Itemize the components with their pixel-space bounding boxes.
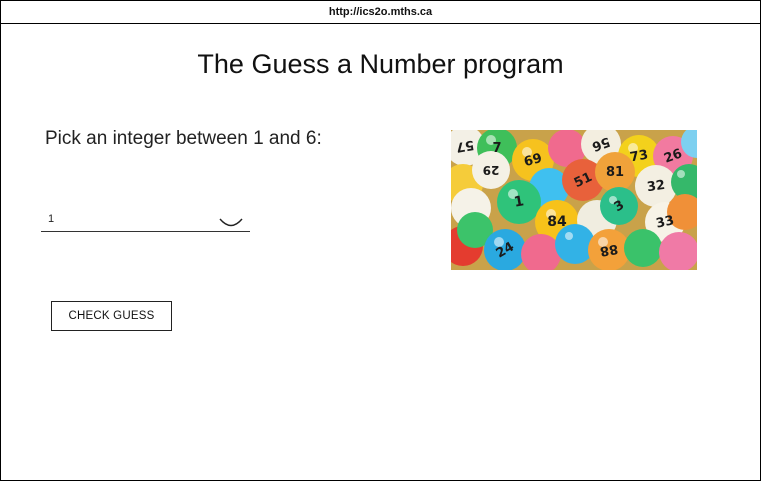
ball-number: 32 [646, 178, 666, 195]
check-guess-label: CHECK GUESS [68, 310, 155, 322]
lottery-balls-picture: 57 7 69 56 73 26 29 51 81 32 1 3 84 33 8… [451, 130, 697, 270]
ball-number: 81 [606, 165, 624, 180]
ball-number: 7 [492, 141, 501, 156]
url-text: http://ics2o.mths.ca [328, 6, 433, 18]
ball-number: 84 [547, 214, 567, 230]
ball-number: 29 [483, 163, 500, 177]
browser-window: http://ics2o.mths.ca The Guess a Number … [0, 0, 761, 481]
ball-number: 57 [455, 137, 475, 155]
guess-prompt: Pick an integer between 1 and 6: [45, 128, 322, 149]
lottery-balls-image: 57 7 69 56 73 26 29 51 81 32 1 3 84 33 8… [451, 130, 697, 270]
chevron-down-icon [219, 218, 243, 227]
page-title: The Guess a Number program [197, 49, 564, 79]
ball-number: 88 [599, 241, 619, 259]
address-bar[interactable]: http://ics2o.mths.ca [1, 1, 760, 24]
ball-number: 73 [629, 148, 649, 166]
number-select[interactable]: 1 [41, 209, 250, 232]
check-guess-button[interactable]: CHECK GUESS [51, 301, 172, 331]
select-value: 1 [48, 213, 55, 225]
